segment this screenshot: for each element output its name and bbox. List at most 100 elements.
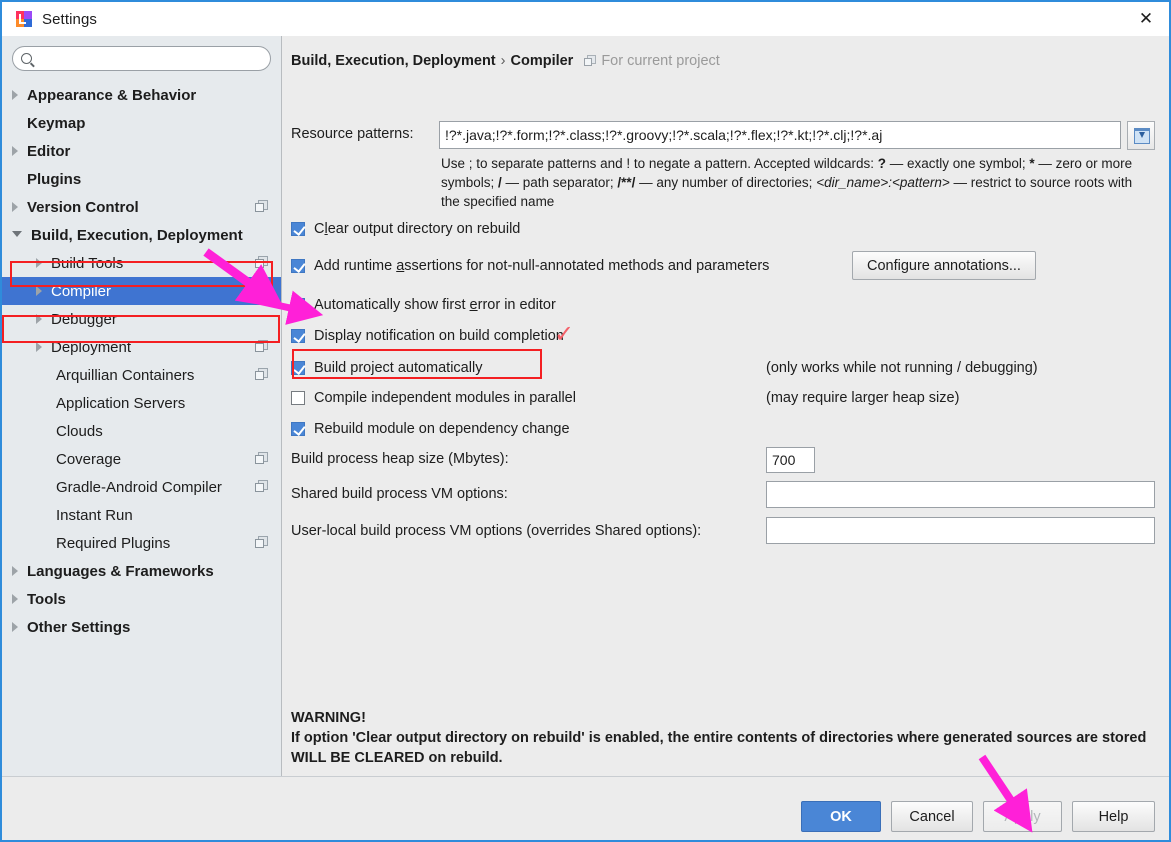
sidebar-item-label: Other Settings (27, 618, 131, 636)
sidebar-item-label: Languages & Frameworks (27, 562, 214, 580)
shared-vm-options-label: Shared build process VM options: (291, 486, 508, 502)
resource-patterns-label: Resource patterns: (291, 126, 414, 142)
sidebar-item-debugger[interactable]: Debugger (2, 305, 281, 333)
compiler-settings-panel: Build, Execution, Deployment › Compiler … (283, 36, 1169, 776)
chevron-right-icon[interactable] (36, 286, 42, 296)
side-note: (may require larger heap size) (766, 390, 960, 406)
breadcrumb: Build, Execution, Deployment › Compiler … (291, 53, 720, 69)
project-scope-icon (255, 200, 268, 213)
checkbox-row-add-runtime-assertions-for-not-null-annotated-methods-and-parameters[interactable]: Add runtime assertions for not-null-anno… (291, 256, 769, 276)
checkbox-checked-icon[interactable] (291, 259, 305, 273)
sidebar-item-keymap[interactable]: Keymap (2, 109, 281, 137)
sidebar-item-label: Required Plugins (56, 534, 171, 552)
project-scope-icon (255, 284, 268, 297)
sidebar-item-label: Version Control (27, 198, 139, 216)
checkbox-checked-icon[interactable] (291, 222, 305, 236)
sidebar-item-plugins[interactable]: Plugins (2, 165, 281, 193)
dialog-content: Appearance & Behavior Keymap Editor Plugins… (2, 36, 1169, 776)
checkbox-row-automatically-show-first-error-in-editor[interactable]: Automatically show first error in editor (291, 295, 556, 315)
sidebar-item-label: Instant Run (56, 506, 133, 524)
chevron-right-icon[interactable] (12, 146, 18, 156)
chevron-right-icon[interactable] (12, 594, 18, 604)
cancel-button[interactable]: Cancel (891, 801, 973, 832)
breadcrumb-root[interactable]: Build, Execution, Deployment (291, 53, 496, 69)
heap-size-label: Build process heap size (Mbytes): (291, 451, 509, 467)
sidebar-item-version-control[interactable]: Version Control (2, 193, 281, 221)
sidebar-item-label: Appearance & Behavior (27, 86, 197, 104)
sidebar-item-appearance-behavior[interactable]: Appearance & Behavior (2, 81, 281, 109)
sidebar-item-build-execution-deployment[interactable]: Build, Execution, Deployment (2, 221, 281, 249)
warning-body: If option 'Clear output directory on reb… (291, 730, 1147, 766)
checkbox-row-display-notification-on-build-completion[interactable]: Display notification on build completion (291, 326, 564, 346)
checkbox-row-rebuild-module-on-dependency-change[interactable]: Rebuild module on dependency change (291, 419, 570, 439)
help-text-segment: <dir_name>:<pattern> (816, 175, 950, 190)
sidebar-item-label: Compiler (51, 282, 112, 300)
checkbox-row-compile-independent-modules-in-parallel[interactable]: Compile independent modules in parallel (291, 388, 576, 408)
search-wrapper (2, 36, 281, 79)
chevron-right-icon[interactable] (36, 258, 42, 268)
checkbox-checked-icon[interactable] (291, 329, 305, 343)
sidebar-item-label: Editor (27, 142, 71, 160)
sidebar-item-label: Clouds (56, 422, 103, 440)
title-bar: Settings ✕ (2, 2, 1169, 36)
sidebar-item-languages-frameworks[interactable]: Languages & Frameworks (2, 557, 281, 585)
help-text-segment: — any number of directories; (635, 175, 817, 190)
help-text-segment: — exactly one symbol; (886, 156, 1030, 171)
shared-vm-options-input[interactable] (766, 481, 1155, 508)
resource-patterns-input[interactable] (439, 121, 1121, 149)
checkbox-checked-icon[interactable] (291, 298, 305, 312)
chevron-right-icon[interactable] (36, 314, 42, 324)
breadcrumb-separator: › (500, 53, 506, 69)
search-input[interactable] (37, 50, 262, 67)
close-icon[interactable]: ✕ (1123, 2, 1169, 36)
sidebar-item-gradle-android-compiler[interactable]: Gradle-Android Compiler (2, 473, 281, 501)
sidebar-item-build-tools[interactable]: Build Tools (2, 249, 281, 277)
checkbox-row-clear-output-directory-on-rebuild[interactable]: Clear output directory on rebuild (291, 219, 520, 239)
sidebar-item-clouds[interactable]: Clouds (2, 417, 281, 445)
help-text-segment: ? (877, 156, 887, 171)
settings-dialog: Settings ✕ Appearance & Behavior Keymap Ed… (0, 0, 1171, 842)
warning-heading: WARNING! (291, 710, 366, 726)
checkbox-label: Rebuild module on dependency change (314, 421, 570, 437)
checkbox-label: Build project automatically (314, 360, 483, 376)
sidebar-item-coverage[interactable]: Coverage (2, 445, 281, 473)
expand-editor-icon[interactable] (1127, 121, 1155, 150)
sidebar-item-instant-run[interactable]: Instant Run (2, 501, 281, 529)
chevron-down-icon[interactable] (12, 231, 22, 242)
sidebar-item-label: Application Servers (56, 394, 186, 412)
settings-sidebar: Appearance & Behavior Keymap Editor Plugins… (2, 36, 282, 776)
sidebar-item-deployment[interactable]: Deployment (2, 333, 281, 361)
checkbox-checked-icon[interactable] (291, 361, 305, 375)
sidebar-item-tools[interactable]: Tools (2, 585, 281, 613)
window-title: Settings (42, 10, 97, 28)
configure-annotations-button[interactable]: Configure annotations... (852, 251, 1036, 280)
ok-button[interactable]: OK (801, 801, 881, 832)
checkbox-unchecked-icon[interactable] (291, 391, 305, 405)
chevron-right-icon[interactable] (12, 90, 18, 100)
chevron-right-icon[interactable] (12, 622, 18, 632)
apply-button[interactable]: Apply (983, 801, 1062, 832)
chevron-right-icon[interactable] (36, 342, 42, 352)
search-box[interactable] (12, 46, 271, 71)
settings-tree: Appearance & Behavior Keymap Editor Plugins… (2, 79, 281, 641)
checkbox-label: Clear output directory on rebuild (314, 221, 521, 237)
project-scope-icon (255, 340, 268, 353)
project-scope-icon (255, 536, 268, 549)
checkbox-label: Add runtime assertions for not-null-anno… (314, 258, 770, 274)
sidebar-item-required-plugins[interactable]: Required Plugins (2, 529, 281, 557)
help-button[interactable]: Help (1072, 801, 1155, 832)
sidebar-item-editor[interactable]: Editor (2, 137, 281, 165)
heap-size-input[interactable] (766, 447, 815, 473)
chevron-right-icon[interactable] (12, 566, 18, 576)
sidebar-item-arquillian-containers[interactable]: Arquillian Containers (2, 361, 281, 389)
checkbox-checked-icon[interactable] (291, 422, 305, 436)
checkbox-row-build-project-automatically[interactable]: Build project automatically (291, 358, 482, 378)
sidebar-item-application-servers[interactable]: Application Servers (2, 389, 281, 417)
sidebar-item-compiler[interactable]: Compiler (2, 277, 281, 305)
scope-indicator: For current project (584, 53, 720, 69)
chevron-right-icon[interactable] (12, 202, 18, 212)
sidebar-item-other-settings[interactable]: Other Settings (2, 613, 281, 641)
resource-patterns-help: Use ; to separate patterns and ! to nega… (441, 154, 1153, 211)
sidebar-item-label: Plugins (27, 170, 82, 188)
user-local-vm-options-input[interactable] (766, 517, 1155, 544)
